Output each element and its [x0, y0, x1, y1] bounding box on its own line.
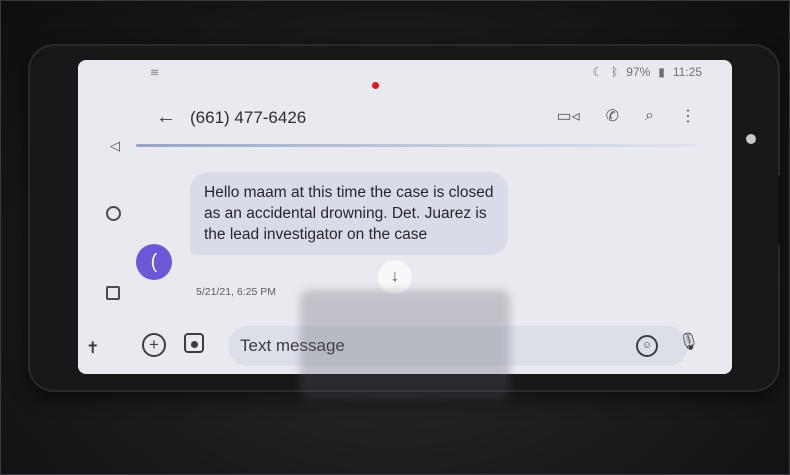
header-divider: [136, 144, 696, 147]
search-icon[interactable]: ⌕: [645, 107, 654, 125]
back-arrow-icon[interactable]: ←: [156, 106, 176, 129]
contact-number[interactable]: (661) 477-6426: [190, 108, 306, 128]
avatar-initial: (: [150, 250, 158, 273]
nav-recents-icon[interactable]: [106, 286, 120, 300]
scroll-down-button[interactable]: ↓: [378, 260, 412, 294]
status-bar: ≋ ☾ ᛒ 97% ▮ 11:25: [78, 60, 732, 89]
front-camera: [746, 134, 756, 144]
battery-icon: ▮: [658, 65, 665, 79]
status-right-group: ☾ ᛒ 97% ▮ 11:25: [592, 65, 702, 79]
video-call-icon[interactable]: ▭◃: [556, 106, 579, 126]
message-timestamp: 5/21/21, 6:25 PM: [196, 286, 276, 298]
message-text: Hello maam at this time the case is clos…: [204, 184, 494, 243]
message-bubble[interactable]: Hello maam at this time the case is clos…: [190, 172, 508, 255]
conversation-header: ← (661) 477-6426 ▭◃ ✆ ⌕ ⋮: [78, 100, 732, 140]
phone-icon[interactable]: ✆: [606, 106, 619, 126]
nav-back-icon[interactable]: ◁: [110, 138, 120, 154]
bluetooth-icon: ᛒ: [611, 65, 619, 79]
gallery-icon[interactable]: [184, 333, 204, 353]
more-vert-icon[interactable]: ⋮: [680, 106, 696, 126]
emoji-icon[interactable]: ☺: [636, 335, 658, 357]
arrow-down-icon: ↓: [391, 268, 399, 285]
nfc-icon: ☾: [592, 65, 604, 79]
photo-background: ≋ ☾ ᛒ 97% ▮ 11:25 ← (661) 477-6426 ▭◃ ✆ …: [0, 0, 790, 475]
add-attachment-icon[interactable]: +: [142, 333, 166, 357]
screen-glare: [300, 290, 510, 400]
recording-indicator-icon: [372, 82, 379, 89]
battery-level: 97%: [626, 65, 651, 79]
contact-avatar[interactable]: (: [136, 244, 172, 280]
header-actions: ▭◃ ✆ ⌕ ⋮: [556, 106, 696, 126]
wifi-icon: ≋: [150, 67, 160, 79]
nav-home-icon[interactable]: [106, 206, 121, 221]
microphone-icon[interactable]: 🎙: [678, 332, 700, 352]
accessibility-icon[interactable]: ✝: [86, 338, 99, 358]
clock: 11:25: [672, 65, 702, 79]
side-button: [778, 175, 782, 245]
